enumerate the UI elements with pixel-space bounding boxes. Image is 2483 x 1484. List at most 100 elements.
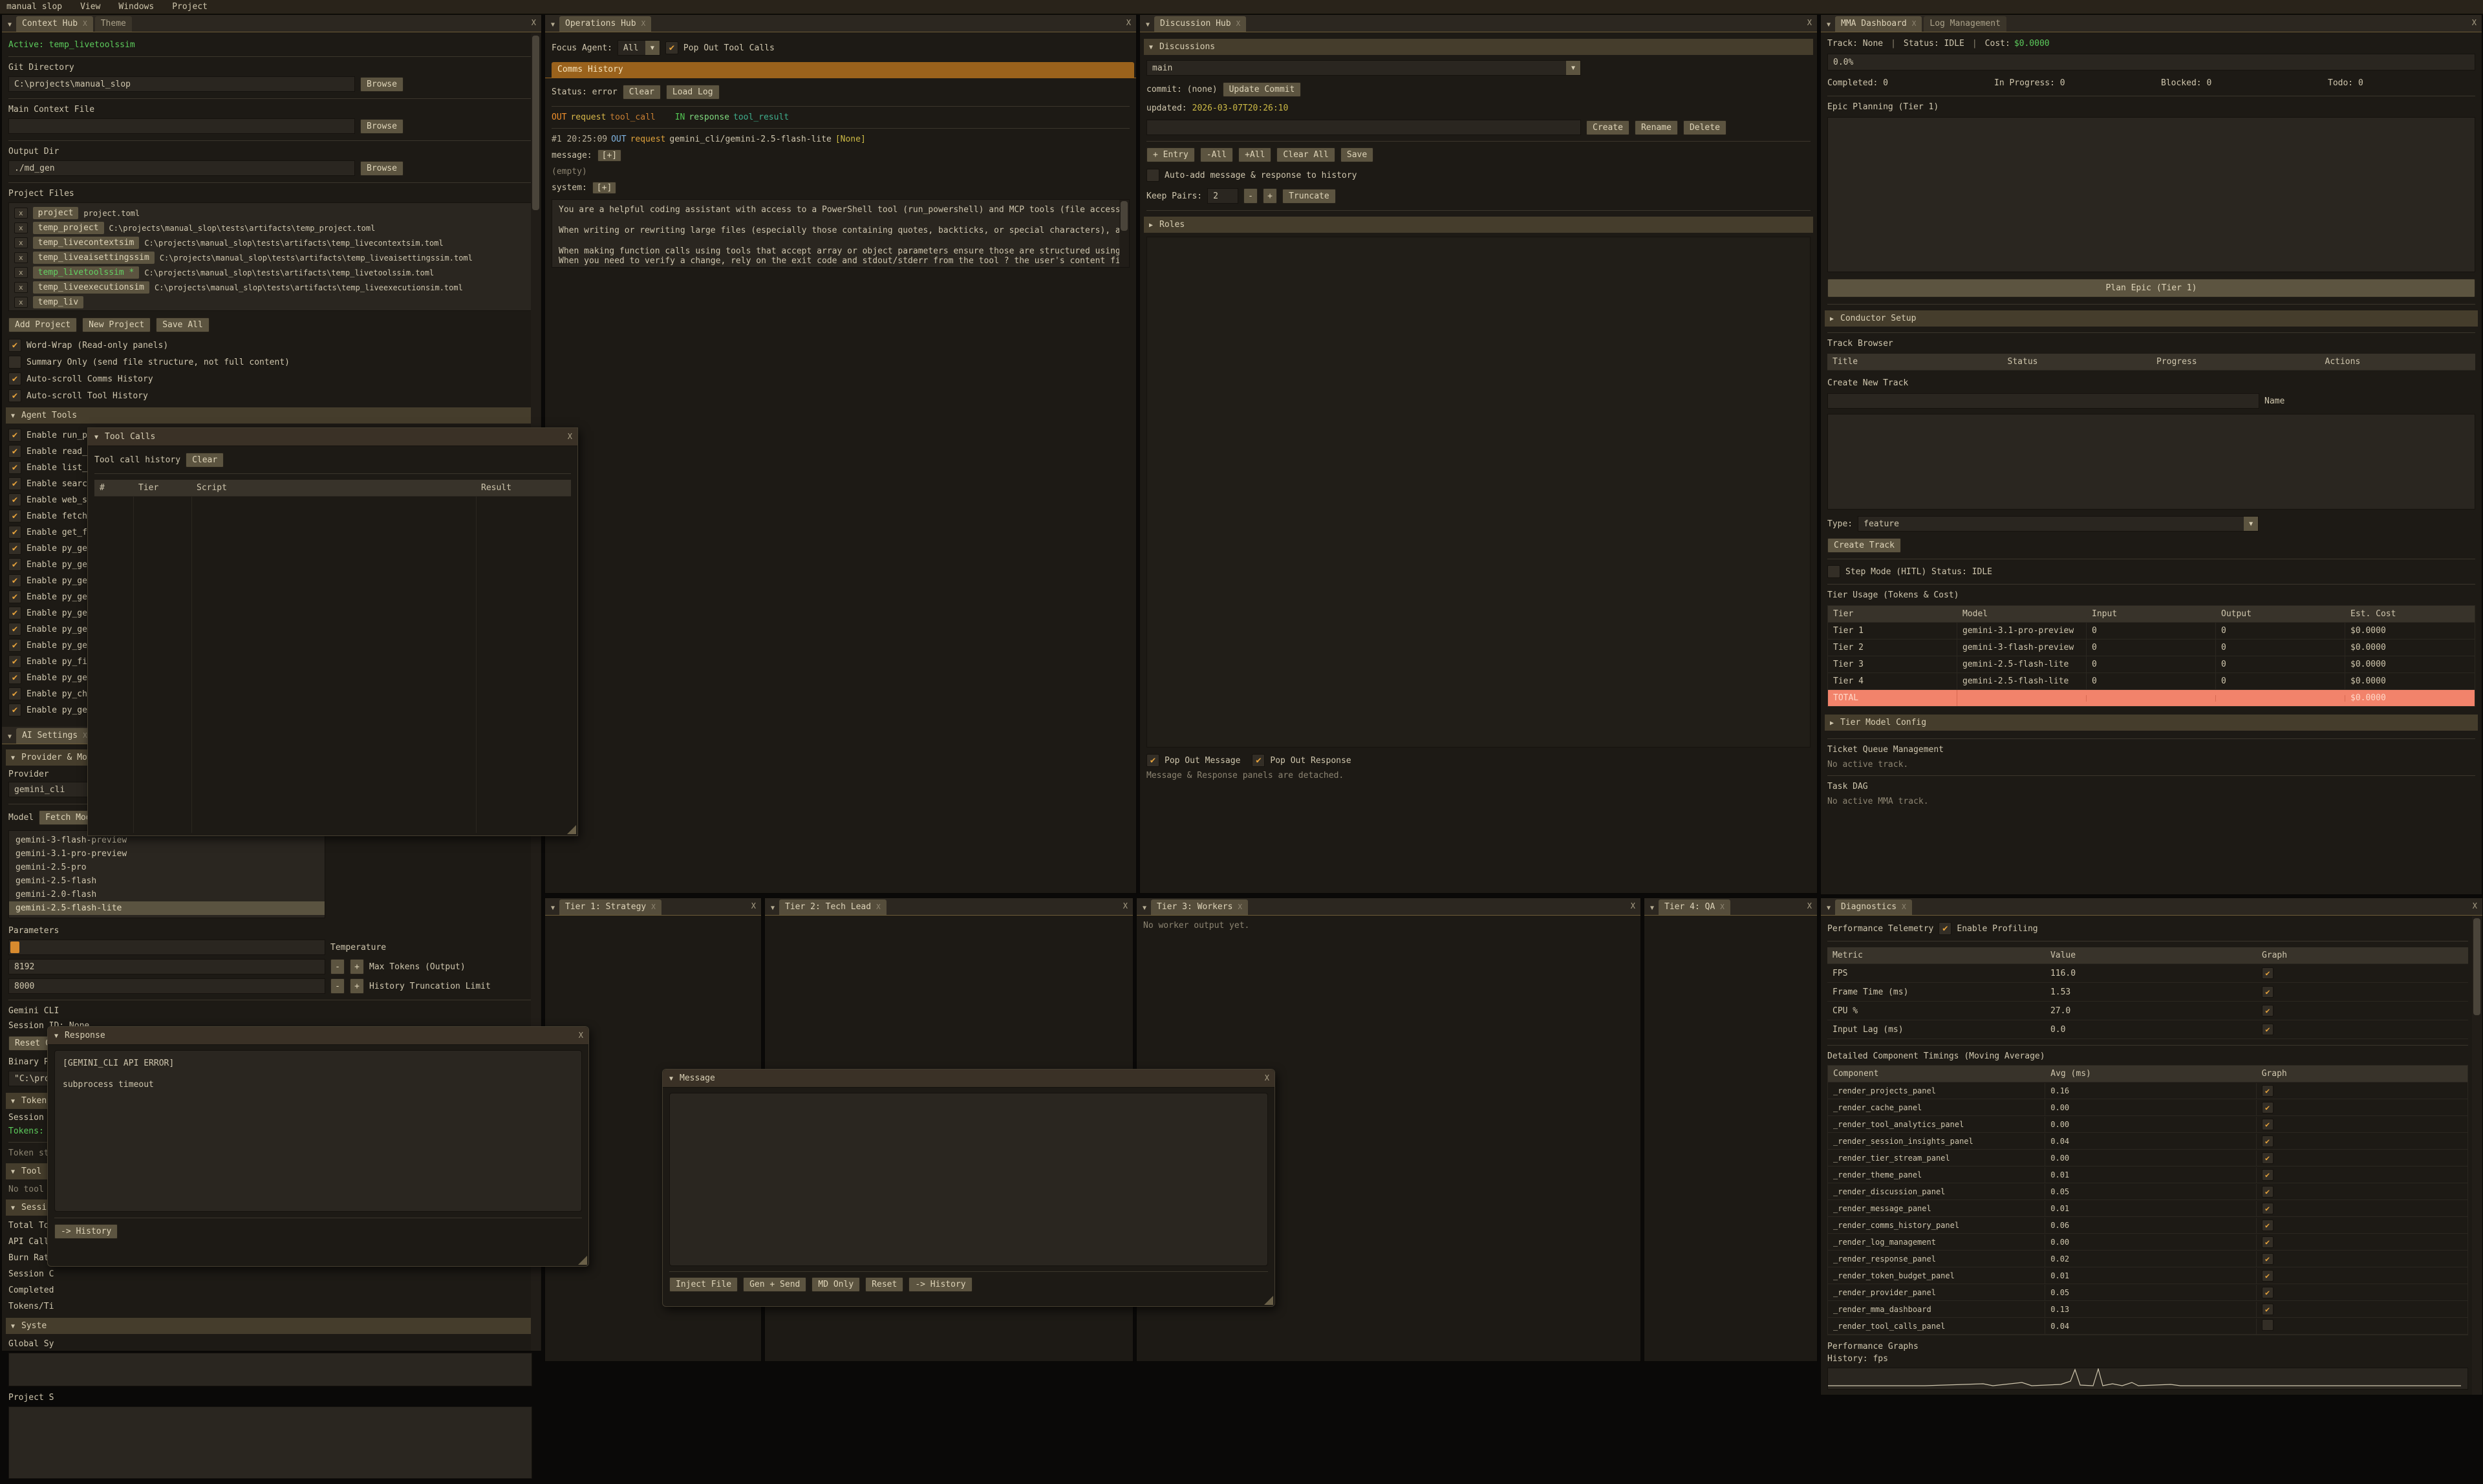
resize-grip[interactable] xyxy=(567,825,576,834)
remove-file-button[interactable]: x xyxy=(14,282,28,293)
collapse-open-icon[interactable] xyxy=(669,1073,673,1083)
message-titlebar[interactable]: Message X xyxy=(663,1070,1274,1088)
context-scrollbar-thumb[interactable] xyxy=(532,36,539,210)
file-name-tag[interactable]: temp_livecontextsim xyxy=(33,237,140,249)
option-checkbox[interactable] xyxy=(8,372,21,385)
tab-discussion-hub[interactable]: Discussion HubX xyxy=(1154,16,1246,32)
window-menu-icon[interactable]: ▼ xyxy=(3,733,16,744)
menu-view[interactable]: View xyxy=(80,2,100,12)
tab-tier4-qa[interactable]: Tier 4: QAX xyxy=(1659,899,1730,915)
inject-file-button[interactable]: Inject File xyxy=(669,1277,738,1292)
agent-tool-checkbox[interactable] xyxy=(8,510,21,522)
track-description-input[interactable] xyxy=(1827,414,2475,510)
window-close-icon[interactable]: X xyxy=(2473,901,2477,910)
window-close-icon[interactable]: X xyxy=(2472,18,2477,27)
collapse-open-icon[interactable] xyxy=(94,432,98,442)
agent-tool-checkbox[interactable] xyxy=(8,445,21,458)
window-menu-icon[interactable]: ▼ xyxy=(3,21,16,32)
add-entry-button[interactable]: + Entry xyxy=(1146,147,1195,162)
tab-theme[interactable]: Theme xyxy=(95,16,132,32)
truncate-button[interactable]: Truncate xyxy=(1282,189,1336,204)
system-prompt-box[interactable]: You are a helpful coding assistant with … xyxy=(552,199,1130,268)
tab-close-icon[interactable]: X xyxy=(83,19,87,28)
pop-out-message-checkbox[interactable] xyxy=(1146,754,1159,767)
component-graph-checkbox[interactable] xyxy=(2262,1186,2273,1198)
system-box-scrollbar-thumb[interactable] xyxy=(1121,201,1128,231)
focus-agent-combo[interactable]: All xyxy=(618,40,660,56)
remove-file-button[interactable]: x xyxy=(14,267,28,278)
remove-file-button[interactable]: x xyxy=(14,222,28,233)
git-directory-input[interactable]: C:\projects\manual_slop xyxy=(8,76,355,92)
component-graph-checkbox[interactable] xyxy=(2262,1304,2273,1315)
window-menu-icon[interactable]: ▼ xyxy=(546,905,559,915)
component-graph-checkbox[interactable] xyxy=(2262,1152,2273,1164)
tab-comms-history[interactable]: Comms History xyxy=(552,62,1134,78)
tab-close-icon[interactable]: X xyxy=(1902,903,1906,911)
message-expand-button[interactable]: [+] xyxy=(597,149,621,162)
agent-tool-checkbox[interactable] xyxy=(8,607,21,619)
track-type-combo[interactable]: feature xyxy=(1858,516,2259,532)
temperature-slider[interactable] xyxy=(8,940,325,955)
project-system-input[interactable] xyxy=(8,1406,532,1479)
add-project-button[interactable]: Add Project xyxy=(8,317,77,332)
component-graph-checkbox[interactable] xyxy=(2262,1102,2273,1113)
response-window[interactable]: Response X [GEMINI_CLI API ERROR] subpro… xyxy=(47,1026,589,1267)
component-graph-checkbox[interactable] xyxy=(2262,1085,2273,1097)
file-name-tag[interactable]: temp_livetoolssim * xyxy=(33,266,140,279)
agent-tool-checkbox[interactable] xyxy=(8,655,21,668)
response-history-button[interactable]: -> History xyxy=(54,1224,118,1239)
tab-log-management[interactable]: Log Management xyxy=(1924,16,2006,32)
metric-graph-checkbox[interactable] xyxy=(2262,967,2273,979)
system-prompts-header[interactable]: Syste xyxy=(6,1318,537,1334)
tab-operations-hub[interactable]: Operations HubX xyxy=(559,16,651,32)
tab-tier2-tech-lead[interactable]: Tier 2: Tech LeadX xyxy=(779,899,887,915)
keep-pairs-minus-button[interactable]: - xyxy=(1243,188,1258,204)
message-window[interactable]: Message X Inject File Gen + Send MD Only… xyxy=(662,1069,1275,1307)
plan-epic-button[interactable]: Plan Epic (Tier 1) xyxy=(1827,279,2475,297)
agent-tool-checkbox[interactable] xyxy=(8,687,21,700)
roles-header[interactable]: Roles xyxy=(1144,217,1813,233)
remove-file-button[interactable]: x xyxy=(14,208,28,219)
response-titlebar[interactable]: Response X xyxy=(48,1027,588,1045)
agent-tool-checkbox[interactable] xyxy=(8,429,21,442)
tool-calls-clear-button[interactable]: Clear xyxy=(186,453,224,468)
rename-button[interactable]: Rename xyxy=(1635,120,1678,135)
metric-graph-checkbox[interactable] xyxy=(2262,1005,2273,1016)
system-expand-button[interactable]: [+] xyxy=(592,182,616,194)
tab-tier1-strategy[interactable]: Tier 1: StrategyX xyxy=(559,899,661,915)
resize-grip[interactable] xyxy=(578,1256,587,1265)
remove-file-button[interactable]: x xyxy=(14,297,28,308)
tab-close-icon[interactable]: X xyxy=(876,903,881,911)
window-close-icon[interactable]: X xyxy=(751,901,756,910)
update-commit-button[interactable]: Update Commit xyxy=(1223,82,1302,97)
max-tokens-plus-button[interactable]: + xyxy=(350,959,364,974)
agent-tool-checkbox[interactable] xyxy=(8,461,21,474)
keep-pairs-input[interactable]: 2 xyxy=(1207,188,1238,204)
output-dir-input[interactable]: ./md_gen xyxy=(8,160,355,176)
window-close-icon[interactable]: X xyxy=(1807,18,1812,27)
tab-close-icon[interactable]: X xyxy=(1238,903,1242,911)
save-button[interactable]: Save xyxy=(1340,147,1373,162)
keep-pairs-plus-button[interactable]: + xyxy=(1263,188,1277,204)
discussions-header[interactable]: Discussions xyxy=(1144,39,1813,55)
agent-tool-checkbox[interactable] xyxy=(8,542,21,555)
metric-graph-checkbox[interactable] xyxy=(2262,1024,2273,1035)
max-tokens-minus-button[interactable]: - xyxy=(330,959,345,974)
create-button[interactable]: Create xyxy=(1586,120,1629,135)
gen-send-button[interactable]: Gen + Send xyxy=(743,1277,806,1292)
menu-project[interactable]: Project xyxy=(172,2,208,12)
delete-button[interactable]: Delete xyxy=(1683,120,1726,135)
step-mode-checkbox[interactable] xyxy=(1827,565,1840,578)
main-context-input[interactable] xyxy=(8,118,355,134)
create-track-button[interactable]: Create Track xyxy=(1827,538,1901,553)
collapse-open-icon[interactable] xyxy=(54,1031,58,1040)
track-name-input[interactable] xyxy=(1827,393,2259,409)
diagnostics-scrollbar[interactable] xyxy=(2472,916,2482,1395)
file-name-tag[interactable]: temp_liv xyxy=(33,296,84,308)
model-option[interactable]: gemini-2.5-pro xyxy=(9,861,325,874)
agent-tool-checkbox[interactable] xyxy=(8,477,21,490)
menu-app[interactable]: manual slop xyxy=(6,2,62,12)
collapse-all-button[interactable]: -All xyxy=(1200,147,1233,162)
save-all-button[interactable]: Save All xyxy=(156,317,210,332)
resize-grip[interactable] xyxy=(1264,1296,1273,1305)
